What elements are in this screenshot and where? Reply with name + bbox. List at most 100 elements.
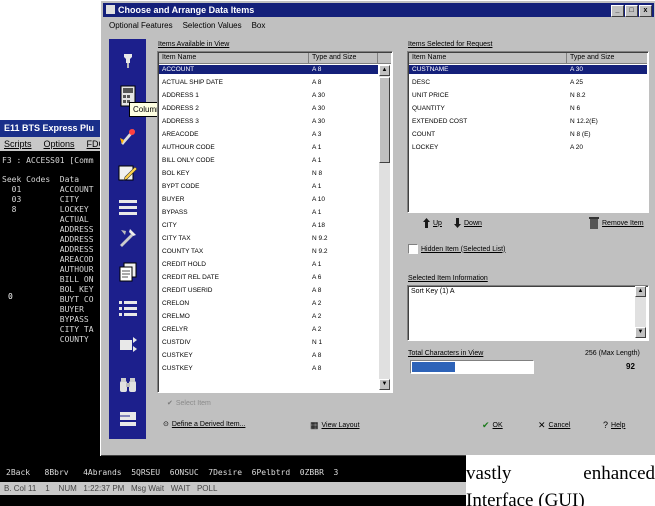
view-layout-button[interactable]: ▦ View Layout: [310, 420, 360, 431]
scroll-thumb[interactable]: [379, 77, 390, 163]
remove-item-button[interactable]: Remove Item: [589, 217, 644, 229]
available-item-row[interactable]: BILL ONLY CODE A 1: [159, 156, 378, 165]
available-item-row-type: A 1: [312, 209, 322, 216]
close-button[interactable]: x: [639, 5, 652, 17]
edit-pencil-icon[interactable]: [113, 160, 142, 186]
terminal-line: Seek Codes Data: [2, 175, 80, 184]
sort-lines-icon[interactable]: [113, 194, 142, 220]
menu-selection-values[interactable]: Selection Values: [183, 21, 242, 30]
list-icon[interactable]: [113, 295, 142, 321]
cancel-button[interactable]: ✕ Cancel: [538, 420, 570, 431]
available-item-row[interactable]: AREACODE A 3: [159, 130, 378, 139]
available-item-row[interactable]: BYPASS A 1: [159, 208, 378, 217]
exit-door-icon[interactable]: [113, 406, 142, 432]
selected-item-row[interactable]: DESC A 25: [409, 78, 647, 87]
selected-info-box[interactable]: Sort Key (1) A ▲ ▼: [407, 285, 649, 341]
select-item-button[interactable]: ✔ Select Item: [167, 399, 211, 408]
selected-type-size-column-header[interactable]: Type and Size: [567, 53, 647, 63]
available-item-row[interactable]: ACTUAL SHIP DATE A 8: [159, 78, 378, 87]
selected-item-row[interactable]: COUNT N 8 (E): [409, 130, 647, 139]
available-item-row-type: A 3: [312, 131, 322, 138]
selected-item-row[interactable]: QUANTITY N 6: [409, 104, 647, 113]
scroll-down-arrow-icon[interactable]: ▼: [379, 379, 390, 390]
terminal-menu-scripts[interactable]: Scripts: [4, 139, 32, 149]
pin-icon[interactable]: [113, 47, 142, 73]
selected-item-row[interactable]: LOCKEY A 20: [409, 143, 647, 152]
available-item-row-name: ADDRESS 3: [162, 118, 199, 125]
available-item-row[interactable]: CRELON A 2: [159, 299, 378, 308]
copy-pages-icon[interactable]: [113, 259, 142, 285]
tools-icon[interactable]: [113, 224, 142, 250]
selected-items-list[interactable]: Item Name Type and Size CUSTNAME A 30 DESC…: [407, 51, 649, 213]
help-button[interactable]: ? Help: [603, 420, 625, 430]
rocket-icon[interactable]: [113, 123, 142, 149]
available-item-row[interactable]: CUSTKEY A 8: [159, 364, 378, 373]
available-item-row-name: CRELMO: [162, 313, 190, 320]
article-word: enhanced: [583, 463, 655, 484]
type-size-column-header[interactable]: Type and Size: [309, 53, 378, 63]
cancel-label: Cancel: [548, 422, 571, 429]
ok-label: OK: [492, 422, 503, 429]
available-item-row[interactable]: CITY A 18: [159, 221, 378, 230]
available-item-row-name: AUTHOUR CODE: [162, 144, 215, 151]
available-item-row[interactable]: CUSTDIV N 1: [159, 338, 378, 347]
terminal-line: BUYER: [2, 305, 84, 314]
selected-item-row[interactable]: CUSTNAME A 30: [409, 65, 647, 74]
available-item-row[interactable]: ADDRESS 2 A 30: [159, 104, 378, 113]
available-item-row[interactable]: ACCOUNT A 8: [159, 65, 378, 74]
terminal-cursor: 0: [8, 292, 13, 301]
available-item-row[interactable]: CREDIT USERID A 8: [159, 286, 378, 295]
checkbox-box[interactable]: [408, 244, 418, 254]
terminal-line: AUTHOUR: [2, 265, 94, 274]
progress-fill: [412, 362, 455, 372]
available-list-scrollbar[interactable]: ▲ ▼: [379, 65, 390, 390]
available-item-row[interactable]: ADDRESS 3 A 30: [159, 117, 378, 126]
terminal-menu-options[interactable]: Options: [44, 139, 75, 149]
available-item-row[interactable]: BUYER A 10: [159, 195, 378, 204]
available-items-list[interactable]: Item Name Type and Size ACCOUNT A 8 ACTUAL…: [157, 51, 393, 393]
available-item-row-type: A 8: [312, 365, 322, 372]
terminal-line: BILL ON: [2, 275, 94, 284]
selected-item-row[interactable]: EXTENDED COST N 12.2(E): [409, 117, 647, 126]
info-scrollbar[interactable]: ▲ ▼: [635, 286, 646, 338]
available-item-row[interactable]: BOL KEY N 8: [159, 169, 378, 178]
terminal-line: BOL KEY: [2, 285, 94, 294]
max-length-label: 256 (Max Length): [585, 350, 640, 357]
define-derived-item-button[interactable]: ⊙ Define a Derived Item...: [163, 420, 245, 429]
available-item-row[interactable]: BYPT CODE A 1: [159, 182, 378, 191]
selected-item-name-column-header[interactable]: Item Name: [409, 53, 567, 63]
dialog-title-bar: Choose and Arrange Data Items _ □ x: [103, 3, 654, 17]
terminal-line: COUNTY: [2, 335, 89, 344]
remove-item-label: Remove Item: [602, 219, 644, 227]
menu-optional-features[interactable]: Optional Features: [109, 21, 173, 30]
terminal-line: 03 CITY: [2, 195, 80, 204]
available-item-row[interactable]: AUTHOUR CODE A 1: [159, 143, 378, 152]
available-item-row[interactable]: CRELYR A 2: [159, 325, 378, 334]
info-scroll-down-icon[interactable]: ▼: [635, 327, 646, 338]
available-item-row[interactable]: CREDIT HOLD A 1: [159, 260, 378, 269]
move-arrows-icon[interactable]: [113, 331, 142, 357]
hidden-items-checkbox[interactable]: Hidden Item (Selected List): [408, 244, 505, 254]
minimize-button[interactable]: _: [611, 5, 624, 17]
binoculars-icon[interactable]: [113, 372, 142, 398]
available-item-row[interactable]: COUNTY TAX N 9.2: [159, 247, 378, 256]
move-down-button[interactable]: Down: [454, 218, 482, 228]
available-item-row[interactable]: CITY TAX N 9.2: [159, 234, 378, 243]
selected-item-row[interactable]: UNIT PRICE N 8.2: [409, 91, 647, 100]
move-up-button[interactable]: Up: [423, 218, 442, 228]
selected-item-row-name: COUNT: [412, 131, 436, 138]
maximize-button[interactable]: □: [625, 5, 638, 17]
menu-box[interactable]: Box: [252, 21, 266, 30]
ok-button[interactable]: ✔ OK: [482, 420, 503, 431]
available-item-row[interactable]: CRELMO A 2: [159, 312, 378, 321]
terminal-line: BYPASS: [2, 315, 89, 324]
item-name-column-header[interactable]: Item Name: [159, 53, 309, 63]
terminal-title: E11 BTS Express Plu: [4, 123, 95, 133]
terminal-function-keys: 2Back 8Bbrv 4Abrands 5QRSEU 6ONSUC 7Desi…: [6, 468, 339, 477]
info-scroll-up-icon[interactable]: ▲: [635, 286, 646, 297]
selected-list-header: Item Name Type and Size: [409, 53, 647, 64]
scroll-up-arrow-icon[interactable]: ▲: [379, 65, 390, 76]
available-item-row[interactable]: CREDIT REL DATE A 6: [159, 273, 378, 282]
available-item-row[interactable]: CUSTKEY A 8: [159, 351, 378, 360]
available-item-row[interactable]: ADDRESS 1 A 30: [159, 91, 378, 100]
